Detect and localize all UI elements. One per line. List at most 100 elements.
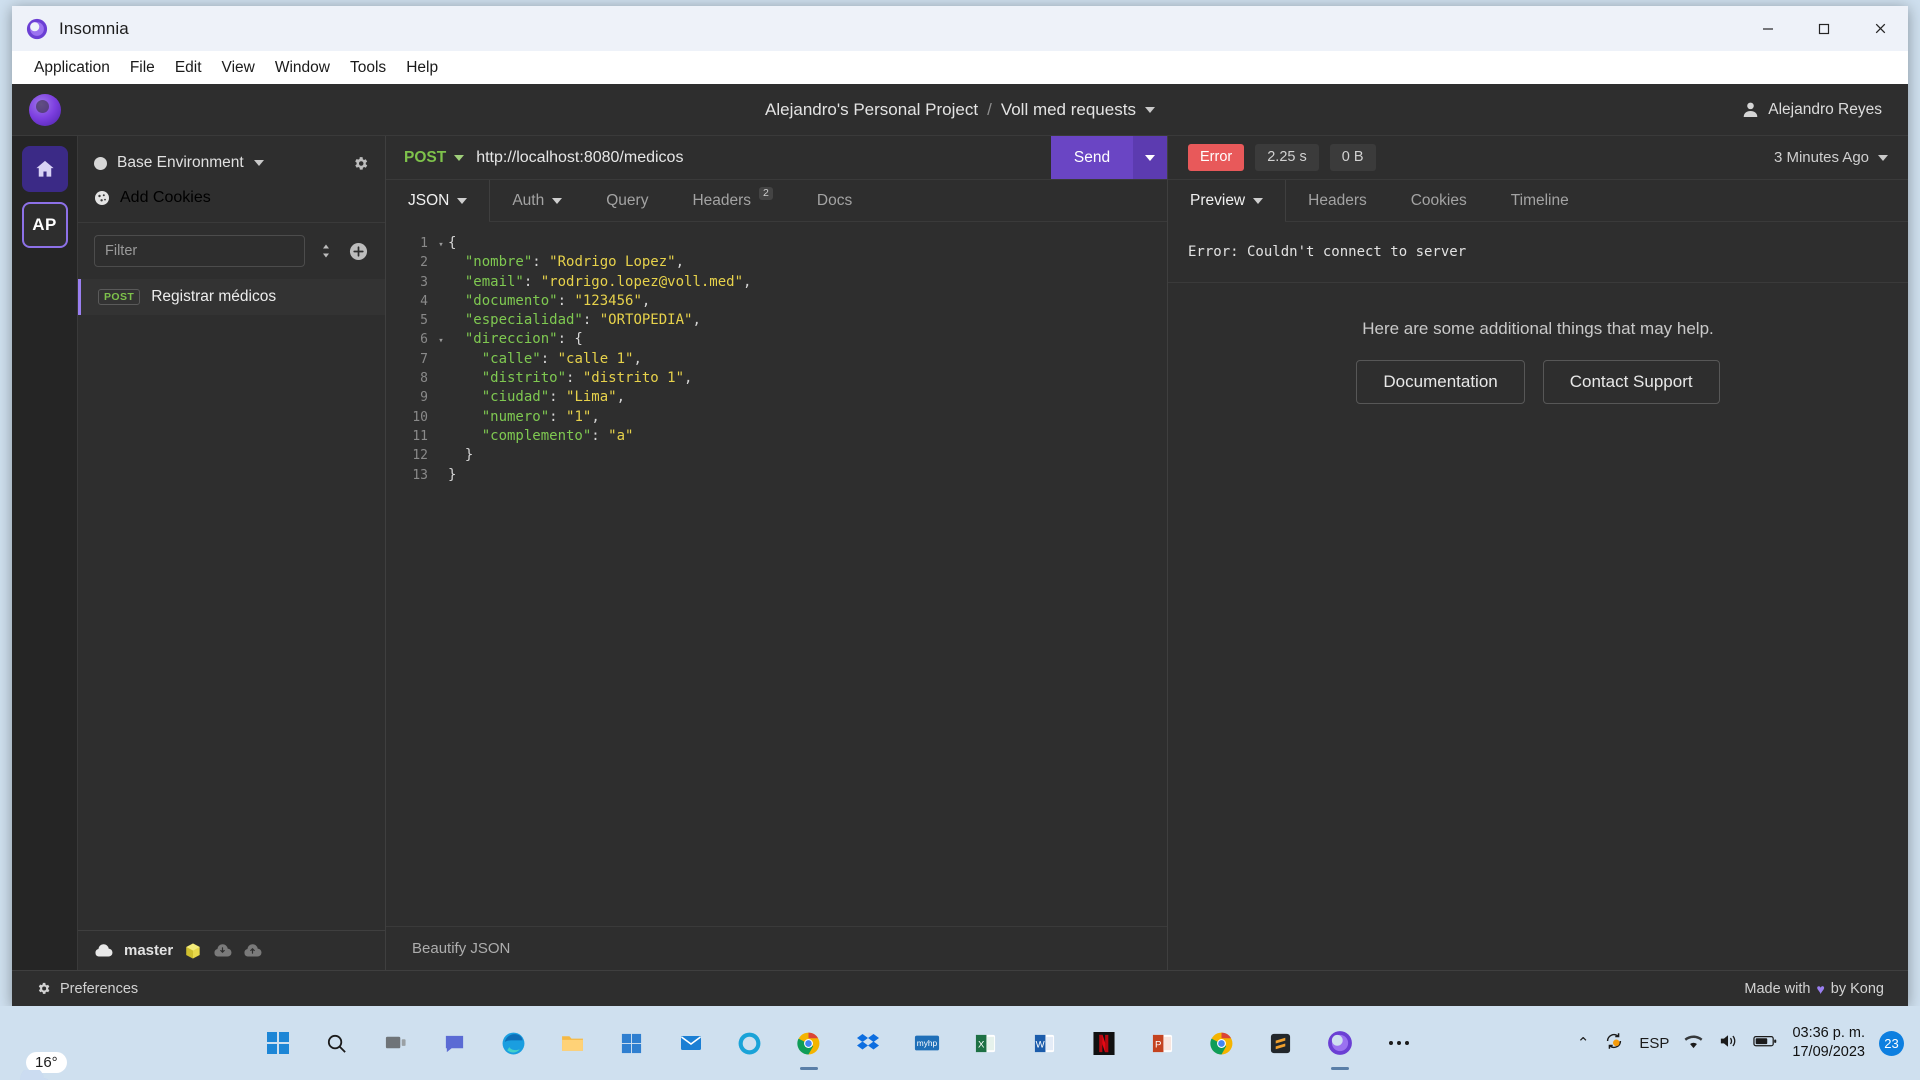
home-button[interactable] [21, 146, 68, 192]
menu-application[interactable]: Application [24, 56, 120, 80]
notification-badge[interactable]: 23 [1879, 1030, 1904, 1056]
maximize-button[interactable] [1796, 6, 1852, 51]
tab-response-cookies[interactable]: Cookies [1389, 180, 1489, 221]
taskbar-apps: myhp X W P [100, 1022, 1577, 1064]
git-branch-label[interactable]: master [124, 942, 173, 959]
file-explorer-button[interactable] [552, 1022, 594, 1064]
word-button[interactable]: W [1024, 1022, 1066, 1064]
mail-button[interactable] [670, 1022, 712, 1064]
code-line: 8 "distrito": "distrito 1", [386, 369, 1167, 388]
close-button[interactable] [1852, 6, 1908, 51]
filter-input[interactable] [94, 235, 305, 267]
json-body-code[interactable]: 1 ▾{2 "nombre": "Rodrigo Lopez", 3 "email"… [386, 234, 1167, 485]
menu-file[interactable]: File [120, 56, 165, 80]
tab-timeline[interactable]: Timeline [1489, 180, 1591, 221]
myhp-button[interactable]: myhp [906, 1022, 948, 1064]
netflix-button[interactable] [1083, 1022, 1125, 1064]
sidebar: Base Environment Add Cookies Filter POST… [78, 136, 386, 970]
search-icon [328, 1034, 347, 1053]
contact-support-button[interactable]: Contact Support [1542, 360, 1720, 404]
tray-expand-button[interactable]: ⌃ [1577, 1034, 1590, 1052]
microsoft-store-button[interactable] [611, 1022, 653, 1064]
add-cookies-button[interactable]: Add Cookies [94, 183, 369, 213]
cube-icon[interactable] [184, 942, 202, 960]
chat-button[interactable] [434, 1022, 476, 1064]
sublime-text-button[interactable] [1260, 1022, 1302, 1064]
search-button[interactable] [316, 1022, 358, 1064]
excel-button[interactable]: X [965, 1022, 1007, 1064]
account-menu[interactable]: Alejandro Reyes [1742, 101, 1882, 119]
language-indicator[interactable]: ESP [1639, 1035, 1669, 1052]
request-item-registrar-medicos[interactable]: POST Registrar médicos [78, 279, 385, 315]
fold-toggle-icon[interactable]: ▾ [434, 236, 448, 255]
menu-view[interactable]: View [212, 56, 265, 80]
system-tray: ⌃ ESP 03:36 p. m. 17/09/2023 23 [1577, 1024, 1920, 1062]
method-label: POST [404, 148, 447, 166]
minimize-button[interactable] [1740, 6, 1796, 51]
task-view-icon [386, 1036, 406, 1048]
sync-button[interactable] [1603, 1030, 1625, 1057]
battery-button[interactable] [1753, 1033, 1778, 1054]
breadcrumb-project[interactable]: Alejandro's Personal Project [765, 100, 978, 120]
preferences-button[interactable]: Preferences [36, 981, 138, 997]
add-request-button[interactable] [347, 240, 369, 262]
taskbar: 16° myhp X W P ⌃ ESP 03:36 p. m. 17/09/2… [0, 1006, 1920, 1080]
more-apps-button[interactable] [1378, 1022, 1420, 1064]
project-button-ap[interactable]: AP [21, 202, 68, 248]
chevron-down-icon[interactable] [1144, 106, 1155, 113]
environment-selector[interactable]: Base Environment [94, 149, 369, 177]
start-button[interactable] [257, 1022, 299, 1064]
code-line-text: "email": "rodrigo.lopez@voll.med", [464, 273, 752, 290]
tab-headers[interactable]: Headers 2 [670, 180, 794, 221]
volume-button[interactable] [1718, 1032, 1739, 1055]
tab-auth[interactable]: Auth [490, 180, 584, 221]
cloud-upload-icon[interactable] [243, 943, 262, 958]
menu-edit[interactable]: Edit [165, 56, 212, 80]
method-selector[interactable]: POST [386, 136, 476, 179]
environment-settings-button[interactable] [352, 155, 369, 172]
tab-response-headers[interactable]: Headers [1286, 180, 1389, 221]
response-size-badge: 0 B [1329, 144, 1376, 171]
chrome-button[interactable] [788, 1022, 830, 1064]
wifi-button[interactable] [1683, 1032, 1704, 1055]
body-editor[interactable]: 1 ▾{2 "nombre": "Rodrigo Lopez", 3 "email"… [386, 222, 1167, 926]
response-history-selector[interactable]: 3 Minutes Ago [1774, 149, 1888, 166]
insomnia-taskbar-button[interactable] [729, 1022, 771, 1064]
tab-preview[interactable]: Preview [1168, 180, 1287, 222]
breadcrumb: Alejandro's Personal Project / Voll med … [765, 100, 1155, 120]
beautify-json-button[interactable]: Beautify JSON [386, 926, 1167, 970]
sort-button[interactable] [315, 240, 337, 262]
tab-query[interactable]: Query [584, 180, 670, 221]
tab-json-label: JSON [408, 191, 450, 209]
url-input[interactable]: http://localhost:8080/medicos [476, 136, 1051, 179]
line-number: 11 [412, 428, 428, 444]
clock[interactable]: 03:36 p. m. 17/09/2023 [1792, 1024, 1865, 1062]
menu-help[interactable]: Help [396, 56, 448, 80]
documentation-button[interactable]: Documentation [1356, 360, 1525, 404]
dropbox-button[interactable] [847, 1022, 889, 1064]
insomnia-taskbar-icon [738, 1032, 761, 1054]
code-line-text: { [448, 235, 457, 251]
project-initials: AP [32, 215, 57, 234]
cloud-download-icon[interactable] [213, 943, 232, 958]
chevron-down-icon [253, 160, 264, 166]
tab-json[interactable]: JSON [386, 180, 491, 222]
breadcrumb-workspace[interactable]: Voll med requests [1001, 100, 1136, 120]
insomnia-brand-icon [29, 93, 61, 126]
edge-button[interactable] [493, 1022, 535, 1064]
fold-toggle-icon[interactable]: ▾ [434, 332, 448, 351]
send-button[interactable]: Send [1051, 136, 1133, 179]
insomnia-active-button[interactable] [1319, 1022, 1361, 1064]
gear-icon [38, 982, 50, 994]
menu-tools[interactable]: Tools [340, 56, 396, 80]
code-line-text: "documento": "123456", [464, 292, 651, 309]
menu-window[interactable]: Window [265, 56, 340, 80]
powerpoint-icon: P [1153, 1034, 1173, 1052]
send-options-button[interactable] [1133, 136, 1167, 179]
task-view-button[interactable] [375, 1022, 417, 1064]
tab-docs[interactable]: Docs [795, 180, 874, 221]
chrome-canary-button[interactable] [1201, 1022, 1243, 1064]
excel-icon: X [976, 1034, 996, 1052]
window-titlebar: Insomnia [12, 6, 1908, 51]
powerpoint-button[interactable]: P [1142, 1022, 1184, 1064]
